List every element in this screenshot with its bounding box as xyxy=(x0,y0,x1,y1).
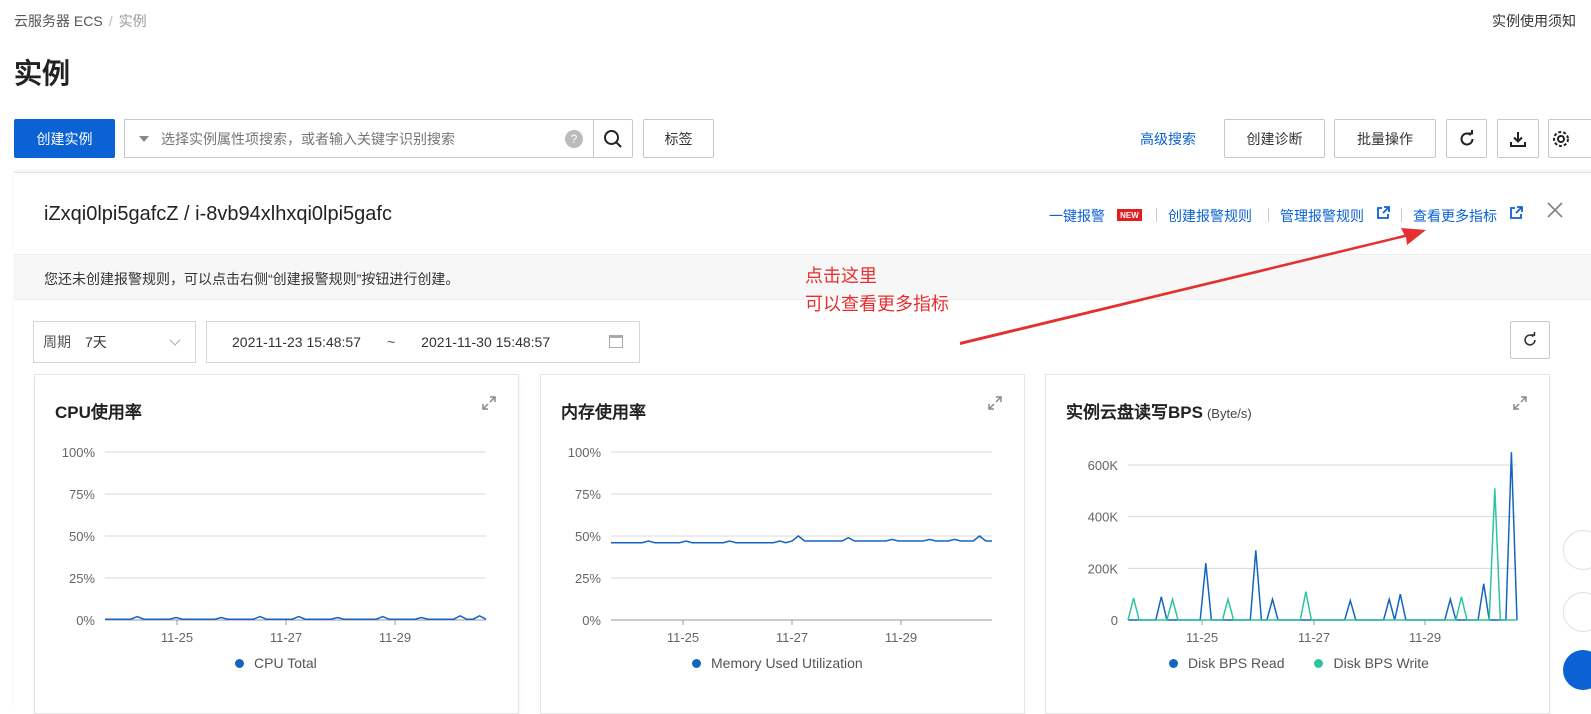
instance-title: iZxqi0lpi5gafcZ / i-8vb94xlhxqi0lpi5gafc xyxy=(44,203,392,225)
advanced-search-link[interactable]: 高级搜索 xyxy=(1140,129,1196,149)
y-tick-label: 0% xyxy=(76,613,95,628)
instance-usage-notice-link[interactable]: 实例使用须知 xyxy=(1492,11,1591,31)
y-tick-label: 100% xyxy=(568,445,602,460)
y-tick-label: 0% xyxy=(582,613,601,628)
gear-icon xyxy=(1553,130,1569,147)
series-line xyxy=(105,614,487,620)
manage-alarm-rule-link[interactable]: 管理报警规则 xyxy=(1280,206,1364,226)
y-tick-label: 75% xyxy=(69,487,95,502)
refresh-button[interactable] xyxy=(1446,119,1487,158)
y-tick-label: 50% xyxy=(69,529,95,544)
annotation-line-1: 点击这里 xyxy=(805,266,877,286)
disk-bps-chart-card: 实例云盘读写BPS (Byte/s) 600K 400K 200K 0 11-25 11-2… xyxy=(1045,374,1550,714)
download-icon xyxy=(1510,131,1526,147)
y-tick-label: 75% xyxy=(575,487,601,502)
period-label: 周期 xyxy=(43,334,71,350)
x-tick-label: 11-29 xyxy=(1409,630,1441,645)
search-box: ? xyxy=(124,119,594,158)
close-icon[interactable] xyxy=(1546,201,1564,219)
y-tick-label: 200K xyxy=(1088,561,1119,576)
memory-chart-card: 内存使用率 100% 75% 50% 25% 0% 11-25 11-27 11-29 Mem… xyxy=(540,374,1025,714)
cpu-chart-card: CPU使用率 100% 75% 50% 25% 0% 11-25 11-27 11-29 CP… xyxy=(34,374,519,714)
breadcrumb: 云服务器 ECS / 实例 xyxy=(14,11,147,31)
download-button[interactable] xyxy=(1497,119,1539,158)
more-metrics-link[interactable]: 查看更多指标 xyxy=(1413,206,1497,226)
batch-operation-button[interactable]: 批量操作 xyxy=(1334,119,1436,158)
series-line xyxy=(611,535,992,544)
new-badge: NEW xyxy=(1117,209,1142,221)
x-tick-label: 11-27 xyxy=(1298,630,1330,645)
x-tick-label: 11-25 xyxy=(667,630,699,645)
notice-text: 您还未创建报警规则，可以点击右侧“创建报警规则”按钮进行创建。 xyxy=(44,271,460,287)
help-icon[interactable]: ? xyxy=(565,129,583,148)
y-tick-label: 0 xyxy=(1111,613,1118,628)
x-tick-label: 11-25 xyxy=(161,630,193,645)
x-tick-label: 11-29 xyxy=(885,630,917,645)
x-tick-label: 11-27 xyxy=(776,630,808,645)
external-link-icon[interactable] xyxy=(1509,206,1523,220)
refresh-icon xyxy=(1524,332,1536,346)
chart-refresh-button[interactable] xyxy=(1510,321,1550,359)
breadcrumb-current: 实例 xyxy=(118,13,147,29)
one-click-alarm-link[interactable]: 一键报警 xyxy=(1049,206,1105,226)
y-tick-label: 100% xyxy=(62,445,96,460)
legend-label: Disk BPS Read xyxy=(1188,655,1285,671)
series-line xyxy=(1128,452,1518,621)
external-link-icon[interactable] xyxy=(1376,206,1390,220)
legend-marker xyxy=(1314,658,1324,668)
x-tick-label: 11-25 xyxy=(1186,630,1218,645)
period-select[interactable]: 周期 7天 xyxy=(33,321,196,363)
chart-legend[interactable]: Disk BPS Read Disk BPS Write xyxy=(1169,655,1429,671)
chart-legend[interactable]: CPU Total xyxy=(235,655,317,671)
link-divider xyxy=(1401,208,1402,222)
legend-marker xyxy=(692,658,701,668)
settings-button[interactable] xyxy=(1548,119,1591,158)
create-alarm-rule-link[interactable]: 创建报警规则 xyxy=(1168,206,1252,226)
range-start[interactable]: 2021-11-23 15:48:57 xyxy=(232,334,361,350)
date-range-picker[interactable]: 2021-11-23 15:48:57 ~ 2021-11-30 15:48:5… xyxy=(206,321,640,363)
breadcrumb-parent[interactable]: 云服务器 ECS xyxy=(14,13,103,29)
annotation-text: 点击这里 可以查看更多指标 xyxy=(805,262,949,318)
search-icon xyxy=(604,129,622,148)
series-line xyxy=(1127,488,1517,621)
period-value: 7天 xyxy=(85,334,107,350)
x-tick-label: 11-27 xyxy=(270,630,302,645)
create-diagnosis-button[interactable]: 创建诊断 xyxy=(1224,119,1325,158)
search-filter-dropdown-icon[interactable] xyxy=(139,135,149,142)
y-tick-label: 25% xyxy=(575,571,601,586)
x-tick-label: 11-29 xyxy=(379,630,411,645)
y-tick-label: 400K xyxy=(1088,510,1119,525)
breadcrumb-separator: / xyxy=(108,13,113,29)
range-end[interactable]: 2021-11-30 15:48:57 xyxy=(421,334,550,350)
legend-label: Disk BPS Write xyxy=(1333,655,1429,671)
legend-marker xyxy=(1169,658,1178,668)
y-tick-label: 600K xyxy=(1088,458,1119,473)
link-divider xyxy=(1156,208,1157,222)
y-tick-label: 50% xyxy=(575,529,601,544)
legend-label: CPU Total xyxy=(254,655,317,671)
range-separator: ~ xyxy=(386,334,396,350)
search-input[interactable] xyxy=(161,130,565,147)
annotation-line-2: 可以查看更多指标 xyxy=(805,294,949,314)
legend-marker xyxy=(235,658,244,668)
y-tick-label: 25% xyxy=(69,571,95,586)
page-title: 实例 xyxy=(14,58,71,89)
chart-legend[interactable]: Memory Used Utilization xyxy=(692,655,863,671)
link-divider xyxy=(1268,208,1269,222)
create-instance-button[interactable]: 创建实例 xyxy=(14,119,115,158)
refresh-icon xyxy=(1460,129,1473,145)
legend-label: Memory Used Utilization xyxy=(711,655,863,671)
calendar-icon[interactable] xyxy=(609,335,623,348)
tag-button[interactable]: 标签 xyxy=(643,119,714,158)
chevron-down-icon xyxy=(169,334,181,346)
search-button[interactable] xyxy=(593,119,633,158)
